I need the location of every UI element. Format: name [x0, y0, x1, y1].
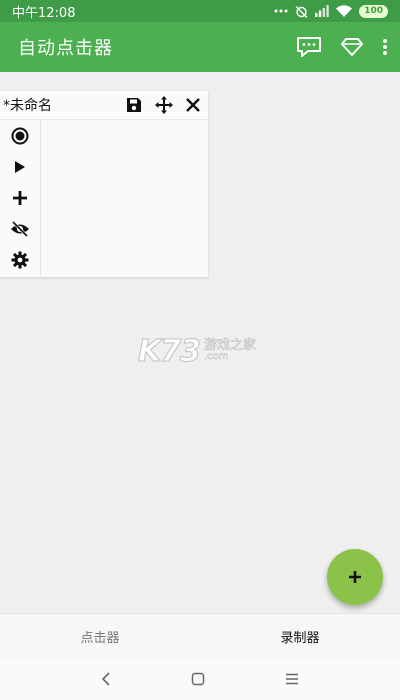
plus-icon [348, 570, 362, 584]
settings-icon [11, 251, 29, 269]
record-icon [11, 127, 29, 145]
play-icon [14, 160, 26, 174]
diamond-icon[interactable] [340, 37, 364, 57]
status-icons: 100 [274, 4, 388, 18]
tab-recorder[interactable]: 录制器 [200, 614, 400, 659]
watermark-logo: K73 [137, 333, 201, 369]
app-title: 自动点击器 [18, 38, 113, 59]
panel-side-tools [0, 120, 41, 278]
signal-icon [315, 5, 330, 17]
bottom-nav: 点击器 录制器 [0, 613, 400, 659]
back-icon[interactable] [101, 672, 111, 686]
app-toolbar: 自动点击器 [0, 22, 400, 72]
battery-indicator: 100 [359, 4, 388, 18]
dots-icon [274, 9, 288, 13]
record-button[interactable] [0, 120, 40, 151]
watermark-text: 游戏之家 [204, 338, 257, 353]
system-nav-bar [0, 658, 400, 700]
panel-body [0, 119, 208, 278]
move-icon[interactable] [155, 96, 173, 114]
hide-button[interactable] [0, 213, 40, 244]
recorder-panel: *未命名 [0, 91, 208, 278]
toolbar-actions [296, 36, 388, 58]
home-icon[interactable] [191, 672, 205, 686]
panel-header-tools [126, 96, 200, 114]
panel-header[interactable]: *未命名 [0, 91, 208, 119]
save-icon[interactable] [126, 97, 142, 113]
message-icon[interactable] [296, 36, 322, 58]
close-icon[interactable] [186, 98, 200, 112]
add-icon [12, 190, 28, 206]
menu-icon[interactable] [285, 673, 299, 685]
settings-button[interactable] [0, 244, 40, 275]
more-vert-icon[interactable] [382, 38, 388, 56]
script-name: *未命名 [3, 98, 52, 114]
add-button[interactable] [0, 182, 40, 213]
status-time: 中午12:08 [12, 5, 76, 21]
watermark: K73 游戏之家 .com [137, 333, 268, 369]
wifi-icon [336, 5, 353, 17]
hide-icon [10, 220, 30, 237]
watermark-domain: .com [204, 351, 229, 363]
add-fab-button[interactable] [327, 549, 383, 605]
tab-clicker[interactable]: 点击器 [0, 614, 200, 659]
alarm-off-icon [295, 5, 308, 18]
play-button[interactable] [0, 151, 40, 182]
status-bar: 中午12:08 100 [0, 0, 400, 22]
